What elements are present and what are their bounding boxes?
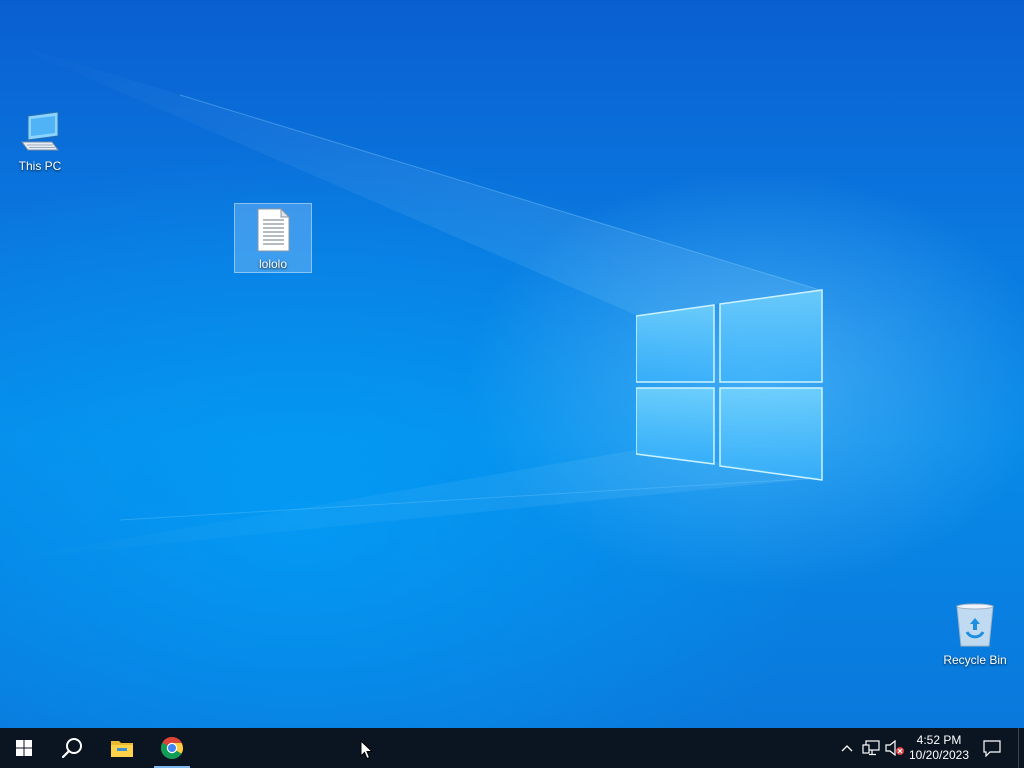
- computer-icon: [21, 111, 59, 151]
- search-button[interactable]: [48, 728, 96, 768]
- desktop-icon-label: Recycle Bin: [943, 653, 1007, 667]
- clock-button[interactable]: 4:52 PM 10/20/2023: [906, 728, 972, 768]
- desktop[interactable]: This PC lololo Recycle Bin: [0, 0, 1024, 728]
- network-icon: [862, 740, 880, 756]
- volume-tray-button[interactable]: [884, 728, 906, 768]
- recycle-bin-icon: [956, 603, 994, 647]
- network-tray-button[interactable]: [860, 728, 882, 768]
- desktop-icon-recycle-bin[interactable]: Recycle Bin: [937, 598, 1013, 670]
- windows-logo-wallpaper: [636, 289, 823, 481]
- action-center-button[interactable]: [976, 728, 1008, 768]
- volume-muted-icon: [885, 740, 904, 756]
- desktop-icon-lololo[interactable]: lololo: [234, 203, 312, 273]
- show-desktop-button[interactable]: [1018, 728, 1024, 768]
- notification-icon: [983, 740, 1001, 757]
- clock-time: 4:52 PM: [916, 733, 962, 747]
- file-explorer-icon: [111, 741, 133, 757]
- mouse-cursor: [360, 740, 374, 760]
- start-button[interactable]: [0, 728, 48, 768]
- wallpaper-light-beams: [0, 40, 821, 560]
- desktop-icon-label: This PC: [18, 159, 62, 173]
- desktop-icon-this-pc[interactable]: This PC: [2, 106, 78, 178]
- chevron-up-icon: [841, 745, 853, 752]
- clock-date: 10/20/2023: [908, 748, 970, 762]
- search-icon: [61, 738, 82, 759]
- taskbar: 4:52 PM 10/20/2023: [0, 728, 1024, 768]
- chrome-button[interactable]: [152, 728, 192, 768]
- desktop-icon-label: lololo: [258, 257, 288, 271]
- show-hidden-icons-button[interactable]: [838, 728, 856, 768]
- text-file-icon: [257, 207, 291, 252]
- windows-start-icon: [16, 740, 32, 756]
- chrome-icon: [161, 737, 183, 759]
- file-explorer-button[interactable]: [100, 728, 144, 768]
